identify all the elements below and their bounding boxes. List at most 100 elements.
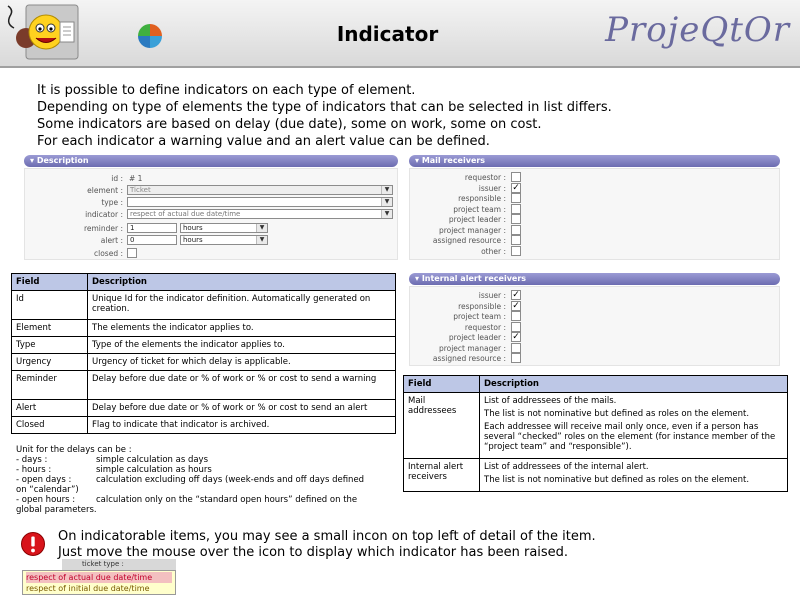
bottom-line: On indicatorable items, you may see a sm…	[58, 529, 596, 544]
receiver-checkbox[interactable]	[511, 321, 521, 332]
table-cell-field: Mail addressees	[403, 392, 480, 459]
element-select[interactable]: Ticket ▼	[127, 185, 393, 195]
table-row: Type Type of the elements the indicator …	[11, 336, 396, 354]
collapse-arrow-icon: ▾	[415, 156, 422, 165]
receiver-checkbox[interactable]: ✓	[511, 332, 521, 342]
description-paragraph: The list is not nominative but defined a…	[484, 409, 750, 419]
units-row: - hours : simple calculation as hours	[16, 465, 396, 475]
dropdown-arrow-icon: ▼	[256, 236, 267, 244]
table-cell-description: The elements the indicator applies to.	[87, 319, 396, 337]
table-cell-description: Flag to indicate that indicator is archi…	[87, 416, 396, 434]
mail-receivers-section-body: requestor : issuer : ✓ responsible : project…	[409, 168, 780, 260]
receiver-checkbox[interactable]	[511, 342, 521, 353]
intro-line: Some indicators are based on delay (due …	[37, 117, 542, 132]
field-row-closed: closed :	[25, 248, 395, 259]
table-row: Alert Delay before due date or % of work…	[11, 399, 396, 417]
receiver-checkbox[interactable]: ✓	[511, 182, 521, 193]
receiver-row: project leader :	[410, 214, 610, 225]
units-row-continued: on “calendar”)	[16, 485, 79, 495]
unit-key: - days :	[16, 455, 48, 465]
header-bar: Indicator ProjeQtOr	[0, 0, 800, 68]
receiver-label: assigned resource :	[432, 236, 506, 245]
receiver-label: assigned resource :	[432, 354, 506, 363]
alert-unit-select[interactable]: hours ▼	[180, 235, 268, 245]
receiver-checkbox[interactable]	[511, 353, 521, 363]
table-cell-field: Id	[11, 290, 88, 320]
indicator-select[interactable]: respect of actual due date/time ▼	[127, 209, 393, 219]
id-label: id :	[111, 174, 123, 183]
element-value: Ticket	[130, 186, 151, 194]
table-row: Urgency Urgency of ticket for which dela…	[11, 353, 396, 371]
table-row: Reminder Delay before due date or % of w…	[11, 370, 396, 400]
description-section-header[interactable]: ▾ Description	[24, 155, 398, 167]
description-paragraph: List of addressees of the internal alert…	[484, 462, 649, 472]
receiver-row: requestor :	[410, 172, 610, 183]
unit-key: - open days :	[16, 475, 72, 485]
dropdown-arrow-icon: ▼	[381, 210, 392, 218]
table-cell-description: Delay before due date or % of work or % …	[87, 370, 396, 400]
unit-value: simple calculation as hours	[96, 465, 212, 475]
receiver-row: project manager :	[410, 342, 610, 354]
alert-input[interactable]: 0	[127, 235, 177, 245]
receiver-checkbox[interactable]	[511, 311, 521, 321]
reminder-unit-select[interactable]: hours ▼	[180, 223, 268, 233]
internal-alert-receivers-section-header[interactable]: ▾ Internal alert receivers	[409, 273, 780, 285]
type-select[interactable]: ▼	[127, 197, 393, 207]
receiver-row: project leader : ✓	[410, 332, 610, 343]
table-cell-field: Type	[11, 336, 88, 354]
receiver-checkbox[interactable]	[511, 245, 521, 256]
receiver-label: project leader :	[448, 333, 506, 342]
closed-checkbox[interactable]	[127, 248, 137, 258]
units-row: - days : simple calculation as days	[16, 455, 396, 465]
receiver-row: assigned resource :	[410, 353, 610, 364]
receiver-label: project team :	[453, 312, 506, 321]
receiver-checkbox[interactable]	[511, 172, 521, 182]
receiver-row: responsible : ✓	[410, 300, 610, 312]
column-header-description: Description	[479, 375, 788, 393]
id-value: # 1	[129, 174, 143, 183]
closed-label: closed :	[94, 249, 123, 258]
receiver-checkbox[interactable]	[511, 203, 521, 214]
table-cell-field: Internal alert receivers	[403, 458, 480, 492]
table-cell-description: Unique Id for the indicator definition. …	[87, 290, 396, 320]
reminder-unit-value: hours	[183, 224, 203, 232]
brand-logo-text: ProjeQtOr	[605, 10, 790, 50]
units-title: Unit for the delays can be :	[16, 445, 132, 455]
field-row-alert: alert : 0 hours ▼	[25, 235, 395, 246]
receiver-label: requestor :	[464, 173, 506, 182]
section-title: Description	[36, 156, 89, 165]
table-row: Mail addressees List of addressees of th…	[403, 392, 788, 459]
receiver-checkbox[interactable]: ✓	[511, 300, 521, 311]
unit-value: calculation excluding off days (week-end…	[96, 475, 365, 485]
alert-indicator-icon[interactable]	[20, 531, 46, 557]
table-cell-description: Type of the elements the indicator appli…	[87, 336, 396, 354]
receiver-row: issuer : ✓	[410, 290, 610, 301]
indicator-label: indicator :	[85, 210, 123, 219]
receiver-label: project manager :	[438, 225, 506, 235]
receiver-label: other :	[481, 246, 506, 256]
receiver-checkbox[interactable]	[511, 224, 521, 235]
table-row: Element The elements the indicator appli…	[11, 319, 396, 337]
table-cell-field: Alert	[11, 399, 88, 417]
receiver-row: requestor :	[410, 321, 610, 333]
reminder-input[interactable]: 1	[127, 223, 177, 233]
receiver-label: responsible :	[458, 194, 506, 203]
receiver-row: project manager :	[410, 224, 610, 236]
table-cell-description: List of addressees of the internal alert…	[479, 458, 788, 492]
column-header-description: Description	[87, 273, 396, 291]
mail-receivers-section-header[interactable]: ▾ Mail receivers	[409, 155, 780, 167]
receiver-checkbox[interactable]	[511, 214, 521, 224]
field-row-indicator: indicator : respect of actual due date/t…	[25, 209, 395, 220]
receiver-row: issuer : ✓	[410, 182, 610, 194]
intro-line: For each indicator a warning value and a…	[37, 134, 490, 149]
receiver-checkbox[interactable]	[511, 193, 521, 203]
receiver-checkbox[interactable]: ✓	[511, 290, 521, 300]
receiver-checkbox[interactable]	[511, 235, 521, 245]
section-title: Mail receivers	[421, 156, 486, 165]
field-row-type: type : ▼	[25, 197, 395, 208]
table-row: Internal alert receivers List of address…	[403, 458, 788, 492]
receiver-row: assigned resource :	[410, 235, 610, 246]
delay-units-note: Unit for the delays can be : - days : sim…	[16, 445, 396, 515]
receiver-row: project team :	[410, 203, 610, 215]
table-cell-field: Reminder	[11, 370, 88, 400]
